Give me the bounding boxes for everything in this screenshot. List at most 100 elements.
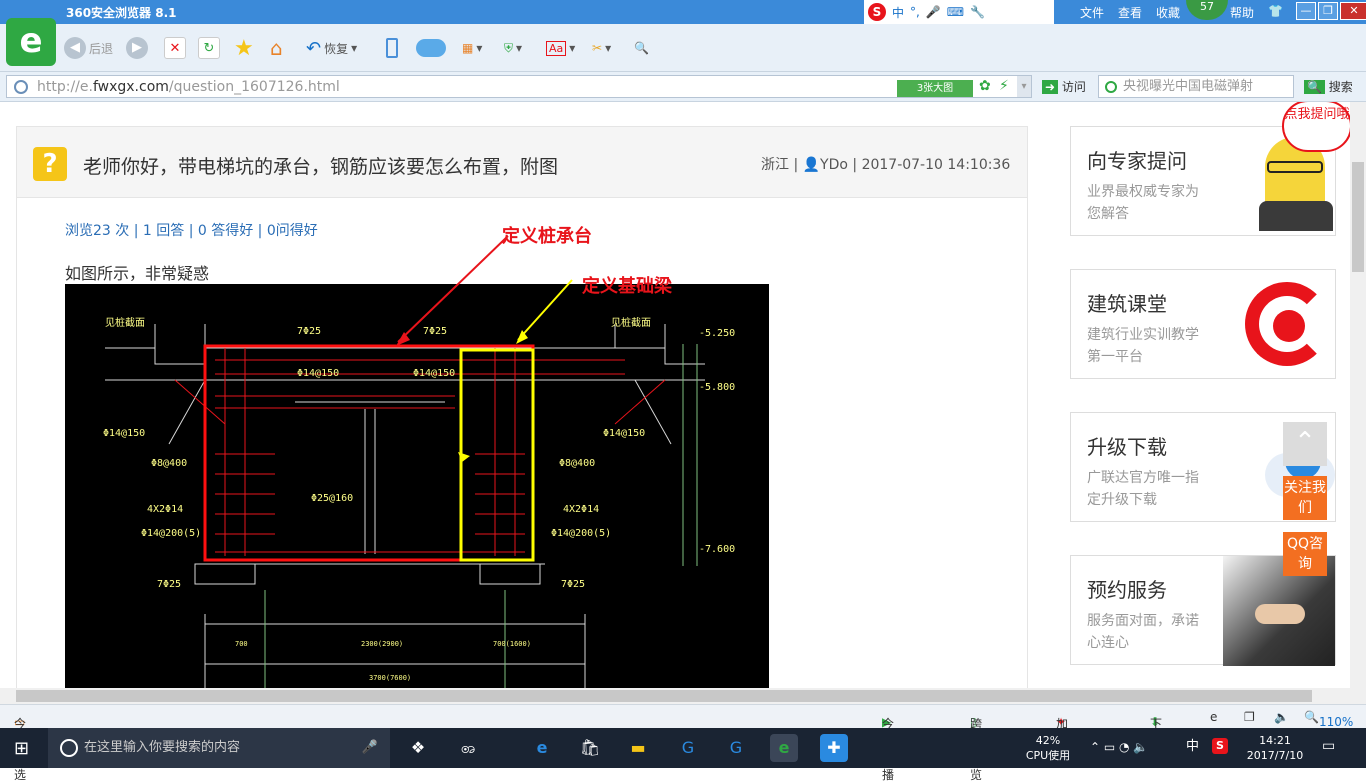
- apps-button[interactable]: ▦ ▾: [462, 34, 482, 62]
- sidebar-desc: 广联达官方唯一指定升级下载: [1087, 470, 1199, 508]
- search-engine-icon: [1105, 81, 1117, 93]
- apps-icon: ▦: [462, 41, 474, 55]
- maximize-button[interactable]: ❐: [1318, 2, 1338, 20]
- mobile-button[interactable]: [386, 34, 398, 62]
- windows-start-icon[interactable]: ⊞: [14, 738, 29, 759]
- search-button[interactable]: 🔍 搜索: [1304, 78, 1353, 95]
- page-content: ? 老师你好，带电梯坑的承台，钢筋应该要怎么布置，附图 浙江 | 👤YDo | …: [0, 102, 1350, 688]
- question-header: ? 老师你好，带电梯坑的承台，钢筋应该要怎么布置，附图 浙江 | 👤YDo | …: [16, 126, 1028, 198]
- app-plus-icon[interactable]: ✚: [820, 734, 848, 762]
- qq-consult-button[interactable]: QQ咨询: [1283, 532, 1327, 576]
- question-title: 老师你好，带电梯坑的承台，钢筋应该要怎么布置，附图: [83, 156, 559, 178]
- menu-favorites[interactable]: 收藏: [1156, 4, 1180, 21]
- tray-ime[interactable]: 中: [1186, 728, 1199, 754]
- back-arrow-icon: ◀: [64, 37, 86, 59]
- vertical-scrollbar[interactable]: [1350, 102, 1366, 704]
- punct-icon[interactable]: °,: [910, 5, 920, 19]
- translate-button[interactable]: Aa ▾: [546, 34, 575, 62]
- glodon-app-icon[interactable]: G: [674, 734, 702, 762]
- home-button[interactable]: ⌂: [270, 34, 283, 62]
- zoom-level[interactable]: 🔍 110%: [1304, 710, 1353, 729]
- menu-view[interactable]: 查看: [1118, 4, 1142, 21]
- cad-label-dim-4: 700(1600): [493, 640, 531, 648]
- sogou-tray-icon[interactable]: S: [1212, 728, 1228, 754]
- cad-label-bar-7-25-d: 7Φ25: [561, 579, 585, 590]
- notification-icon[interactable]: ▭: [1322, 728, 1335, 754]
- tools-icon[interactable]: 🔧: [970, 5, 985, 19]
- question-stats[interactable]: 浏览23 次 | 1 回答 | 0 答得好 | 0问得好: [65, 220, 318, 240]
- tray-icons[interactable]: ⌃ ▭ ◔ 🔈: [1090, 728, 1148, 755]
- cad-label-top-left: 见桩截面: [105, 316, 145, 329]
- refresh-icon: ↻: [198, 37, 220, 59]
- ime-toolbar[interactable]: S 中 °, 🎤 ⌨ 🔧: [864, 0, 1054, 24]
- speed-icon[interactable]: ✿: [979, 78, 991, 94]
- magnifier-icon: 🔍: [634, 41, 649, 55]
- volume-icon[interactable]: 🔈: [1274, 710, 1289, 724]
- back-to-top-button[interactable]: ⌃: [1283, 422, 1327, 466]
- keyboard-icon[interactable]: ⌨: [947, 5, 964, 19]
- folder-icon[interactable]: ▬: [624, 734, 652, 762]
- search-input[interactable]: 央视曝光中国电磁弹射: [1098, 75, 1294, 98]
- url-input[interactable]: http://e. fwxgx.com/question_1607126.html…: [6, 75, 1032, 98]
- phone-icon: [386, 38, 398, 58]
- star-icon: ★: [234, 35, 254, 61]
- translate-icon: Aa: [546, 40, 567, 56]
- stop-button[interactable]: ✕: [164, 34, 186, 62]
- favorite-button[interactable]: ★: [234, 34, 254, 62]
- sidebar-title: 建筑课堂: [1087, 292, 1167, 316]
- back-button[interactable]: ◀ 后退: [64, 34, 113, 62]
- ie-icon[interactable]: e: [1210, 710, 1217, 724]
- question-mark-icon: ?: [33, 147, 67, 181]
- dropdown-icon[interactable]: ▾: [1017, 76, 1031, 97]
- glodon-app2-icon[interactable]: G: [722, 734, 750, 762]
- cad-label-elev-3: -7.600: [699, 544, 735, 555]
- minimize-button[interactable]: —: [1296, 2, 1316, 20]
- ask-bubble[interactable]: 点我提问哦: [1282, 102, 1350, 152]
- scrollbar-thumb[interactable]: [1352, 162, 1364, 272]
- big-image-button[interactable]: 3张大图: [897, 80, 973, 97]
- store-icon[interactable]: 🛍: [576, 734, 604, 762]
- home-icon: ⌂: [270, 36, 283, 60]
- stop-icon: ✕: [164, 37, 186, 59]
- sidebar-card-classroom[interactable]: 建筑课堂 建筑行业实训教学第一平台: [1070, 269, 1336, 379]
- clock[interactable]: 14:21 2017/7/10: [1244, 728, 1306, 763]
- find-button[interactable]: 🔍: [634, 34, 649, 62]
- cloud-icon: [416, 39, 446, 57]
- sidebar-title: 预约服务: [1087, 578, 1167, 602]
- follow-us-button[interactable]: 关注我们: [1283, 476, 1327, 520]
- menu-file[interactable]: 文件: [1080, 4, 1104, 21]
- app-swirl-icon[interactable]: ꩨ: [454, 734, 482, 762]
- refresh-button[interactable]: ↻: [198, 34, 220, 62]
- window-icon[interactable]: ❐: [1244, 710, 1255, 724]
- lightning-icon[interactable]: ⚡: [999, 78, 1009, 94]
- cloud-button[interactable]: [416, 34, 446, 62]
- 360-browser-task-icon[interactable]: e: [770, 734, 798, 762]
- browser-logo-icon[interactable]: e: [6, 18, 56, 66]
- restore-button[interactable]: ↶ 恢复 ▾: [306, 34, 357, 62]
- security-button[interactable]: ⛨ ▾: [504, 34, 522, 62]
- taskbar-search[interactable]: 在这里输入你要搜索的内容 🎤: [48, 728, 390, 768]
- ime-mode[interactable]: 中: [892, 4, 904, 21]
- scrollbar-thumb[interactable]: [16, 690, 1312, 702]
- sidebar-title: 升级下载: [1087, 435, 1167, 459]
- close-button[interactable]: ✕: [1340, 2, 1366, 20]
- sidebar-title: 向专家提问: [1087, 149, 1187, 173]
- mic-icon[interactable]: 🎤: [926, 5, 941, 19]
- classroom-logo-icon: [1215, 270, 1335, 378]
- visit-button[interactable]: ➜ 访问: [1042, 78, 1086, 95]
- question-meta: 浙江 | 👤YDo | 2017-07-10 14:10:36: [761, 157, 1011, 173]
- task-view-icon[interactable]: ❖: [404, 734, 432, 762]
- forward-button[interactable]: ▶: [126, 34, 148, 62]
- cad-label-dim-3: 700: [235, 640, 248, 648]
- menu-help[interactable]: 帮助: [1230, 4, 1254, 21]
- search-icon: 🔍: [1304, 80, 1325, 94]
- edge-icon[interactable]: e: [528, 734, 556, 762]
- sogou-icon[interactable]: S: [868, 3, 886, 21]
- cad-label-bar-14-200-a: Φ14@200(5): [141, 528, 201, 539]
- cad-label-bar-8-400-a: Φ8@400: [151, 458, 187, 469]
- cad-label-bar-14-200-b: Φ14@200(5): [551, 528, 611, 539]
- horizontal-scrollbar[interactable]: [0, 688, 1350, 704]
- skin-icon[interactable]: 👕: [1268, 4, 1283, 21]
- screenshot-button[interactable]: ✂ ▾: [592, 34, 611, 62]
- cpu-usage[interactable]: 42% CPU使用: [1020, 728, 1076, 763]
